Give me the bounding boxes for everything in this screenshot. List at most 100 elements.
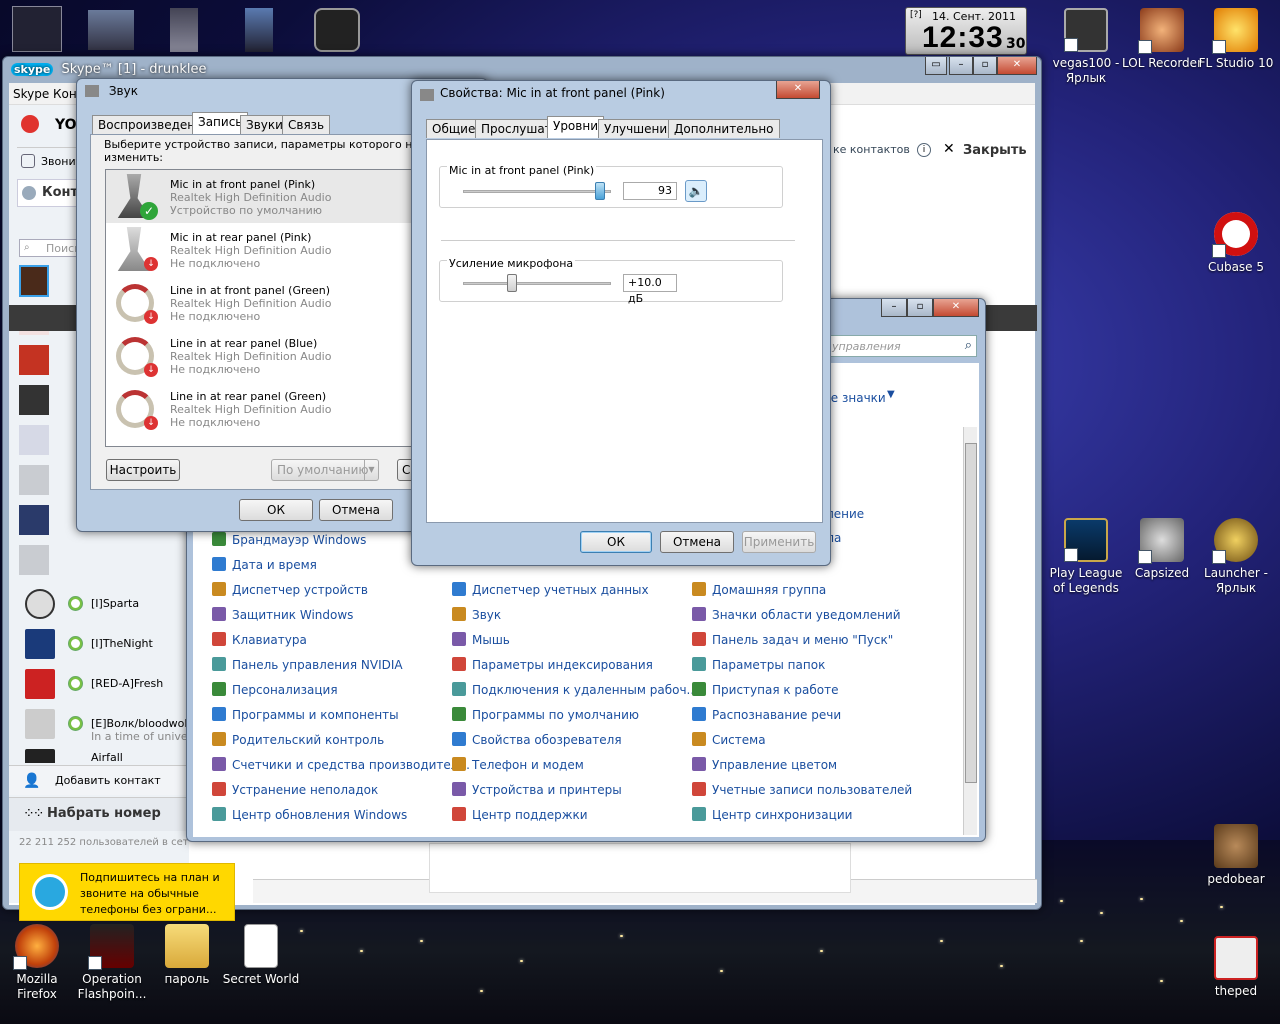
avatar[interactable] — [19, 425, 49, 455]
steam-icon[interactable] — [314, 8, 360, 52]
cp-item[interactable]: Дата и время — [212, 557, 317, 572]
list-item[interactable]: [I]Sparta — [25, 589, 195, 621]
lol-recorder-shortcut[interactable]: LOL Recorder — [1120, 8, 1204, 71]
properties-cancel-button[interactable]: Отмена — [660, 531, 734, 553]
cp-item[interactable]: Устройства и принтеры — [452, 782, 622, 797]
avatar[interactable] — [19, 385, 49, 415]
capsized-shortcut[interactable]: Capsized — [1120, 518, 1204, 581]
flashpoint-shortcut[interactable]: Operation Flashpoin... — [70, 924, 154, 1002]
sound-cancel-button[interactable]: Отмена — [319, 499, 393, 521]
cp-item[interactable]: Диспетчер устройств — [212, 582, 368, 597]
sound-ok-button[interactable]: ОК — [239, 499, 313, 521]
cp-item[interactable]: Центр поддержки — [452, 807, 588, 822]
cp-item[interactable]: Родительский контроль — [212, 732, 384, 747]
tab-advanced[interactable]: Дополнительно — [668, 119, 780, 138]
cp-item[interactable]: Устранение неполадок — [212, 782, 378, 797]
cp-item[interactable]: Распознавание речи — [692, 707, 841, 722]
cp-scrollbar[interactable] — [963, 427, 977, 835]
skull-app-icon[interactable] — [12, 6, 62, 52]
cp-item[interactable]: Клавиатура — [212, 632, 307, 647]
chevron-down-icon[interactable]: ▼ — [887, 389, 895, 400]
avatar[interactable] — [19, 345, 49, 375]
cp-item[interactable]: Свойства обозревателя — [452, 732, 622, 747]
vegas-shortcut[interactable]: vegas100 - Ярлык — [1044, 8, 1128, 86]
cp-item[interactable]: Значки области уведомлений — [692, 607, 901, 622]
avatar[interactable] — [19, 505, 49, 535]
properties-close-button[interactable]: ✕ — [776, 81, 820, 99]
dial-button[interactable]: Набрать номер — [47, 806, 161, 821]
promo-banner[interactable]: Подпишитесь на план и звоните на обычные… — [19, 863, 235, 921]
device-item-line-rear-blue[interactable]: ↓ Line in at rear panel (Blue) Realtek H… — [106, 329, 411, 382]
tab-general[interactable]: Общие — [426, 119, 482, 138]
cp-search-input[interactable]: управления ⌕ — [827, 335, 977, 357]
status-icon[interactable] — [21, 115, 39, 133]
cp-item[interactable]: Центр обновления Windows — [212, 807, 407, 822]
tab-communications[interactable]: Связь — [282, 115, 331, 134]
list-item[interactable]: [RED-A]Fresh — [25, 669, 195, 701]
cubase-shortcut[interactable]: Cubase 5 — [1194, 212, 1278, 275]
cp-item[interactable]: Учетные записи пользователей — [692, 782, 912, 797]
lol-shortcut[interactable]: Play League of Legends — [1044, 518, 1128, 596]
cp-item[interactable]: Управление цветом — [692, 757, 837, 772]
character-shortcut-icon[interactable] — [245, 8, 273, 52]
mic-boost-value[interactable]: +10.0 дБ — [623, 274, 677, 305]
info-icon[interactable]: i — [917, 143, 931, 157]
cp-item[interactable]: Программы и компоненты — [212, 707, 399, 722]
wow-shortcut[interactable]: Launcher - Ярлык — [1194, 518, 1278, 596]
dial-bar[interactable]: ⁘⁘ Набрать номер — [9, 797, 189, 831]
menu-skype[interactable]: Skype — [13, 87, 49, 101]
configure-button[interactable]: Настроить — [106, 459, 180, 481]
cp-scroll-thumb[interactable] — [965, 443, 977, 783]
device-item-line-front-green[interactable]: ↓ Line in at front panel (Green) Realtek… — [106, 276, 411, 329]
mic-level-slider[interactable] — [463, 182, 611, 200]
device-item-line-rear-green[interactable]: ↓ Line in at rear panel (Green) Realtek … — [106, 382, 411, 435]
cp-item[interactable]: Центр синхронизации — [692, 807, 852, 822]
add-contact-button[interactable]: Добавить контакт — [55, 774, 161, 787]
view-mode-link[interactable]: ие значки — [823, 391, 886, 405]
close-chat-button[interactable]: Закрыть — [963, 143, 1027, 158]
mic-level-slider-thumb[interactable] — [595, 182, 605, 200]
cp-item[interactable]: Счетчики и средства производител... — [212, 757, 470, 772]
fl-studio-shortcut[interactable]: FL Studio 10 — [1194, 8, 1278, 71]
device-item-front-mic[interactable]: ✓ Mic in at front panel (Pink) Realtek H… — [106, 170, 411, 223]
cp-item[interactable]: Защитник Windows — [212, 607, 353, 622]
list-item[interactable]: [I]TheNight — [25, 629, 195, 661]
game-shortcut-icon[interactable] — [170, 8, 198, 52]
cp-item[interactable]: Панель задач и меню "Пуск" — [692, 632, 893, 647]
properties-apply-button[interactable]: Применить — [742, 531, 816, 553]
mute-speaker-icon[interactable]: 🔈 — [685, 180, 707, 202]
secret-world-file[interactable]: Secret World — [219, 924, 303, 987]
mic-level-value[interactable]: 93 — [623, 182, 677, 200]
search-contacts-link[interactable]: ке контактов — [833, 143, 910, 156]
chat-compose-box[interactable] — [429, 843, 851, 893]
device-item-rear-mic[interactable]: ↓ Mic in at rear panel (Pink) Realtek Hi… — [106, 223, 411, 276]
skype-restore-small-button[interactable]: ▭ — [925, 57, 947, 75]
cp-item[interactable]: Телефон и модем — [452, 757, 584, 772]
cp-item[interactable]: Домашняя группа — [692, 582, 826, 597]
cp-item[interactable]: Программы по умолчанию — [452, 707, 639, 722]
set-default-button[interactable]: По умолчанию ▼ — [271, 459, 379, 481]
cp-maximize-button[interactable]: ▫ — [907, 299, 933, 317]
cp-close-button[interactable]: ✕ — [933, 299, 979, 317]
skype-maximize-button[interactable]: ▫ — [973, 57, 997, 75]
parol-folder[interactable]: пароль — [145, 924, 229, 987]
properties-titlebar[interactable]: Свойства: Mic in at front panel (Pink) — [412, 81, 830, 107]
properties-ok-button[interactable]: ОК — [580, 531, 652, 553]
mic-boost-slider[interactable] — [463, 274, 611, 292]
tab-levels[interactable]: Уровни — [547, 116, 604, 138]
selected-contact-avatar[interactable] — [19, 265, 49, 297]
avatar[interactable] — [19, 465, 49, 495]
list-item[interactable]: Airfall — [25, 749, 195, 763]
cp-item[interactable]: Панель управления NVIDIA — [212, 657, 403, 672]
cp-item[interactable]: Система — [692, 732, 766, 747]
photo-shortcut-icon[interactable] — [88, 10, 134, 50]
chevron-down-icon[interactable]: ▼ — [364, 460, 378, 480]
cp-item[interactable]: Диспетчер учетных данных — [452, 582, 649, 597]
skype-minimize-button[interactable]: – — [949, 57, 973, 75]
theped-shortcut[interactable]: theped — [1194, 936, 1278, 999]
mic-boost-slider-thumb[interactable] — [507, 274, 517, 292]
cp-item[interactable]: Подключения к удаленным рабоч... — [452, 682, 698, 697]
firefox-shortcut[interactable]: Mozilla Firefox — [0, 924, 79, 1002]
pedobear-shortcut[interactable]: pedobear — [1194, 824, 1278, 887]
cp-item[interactable]: Параметры папок — [692, 657, 825, 672]
